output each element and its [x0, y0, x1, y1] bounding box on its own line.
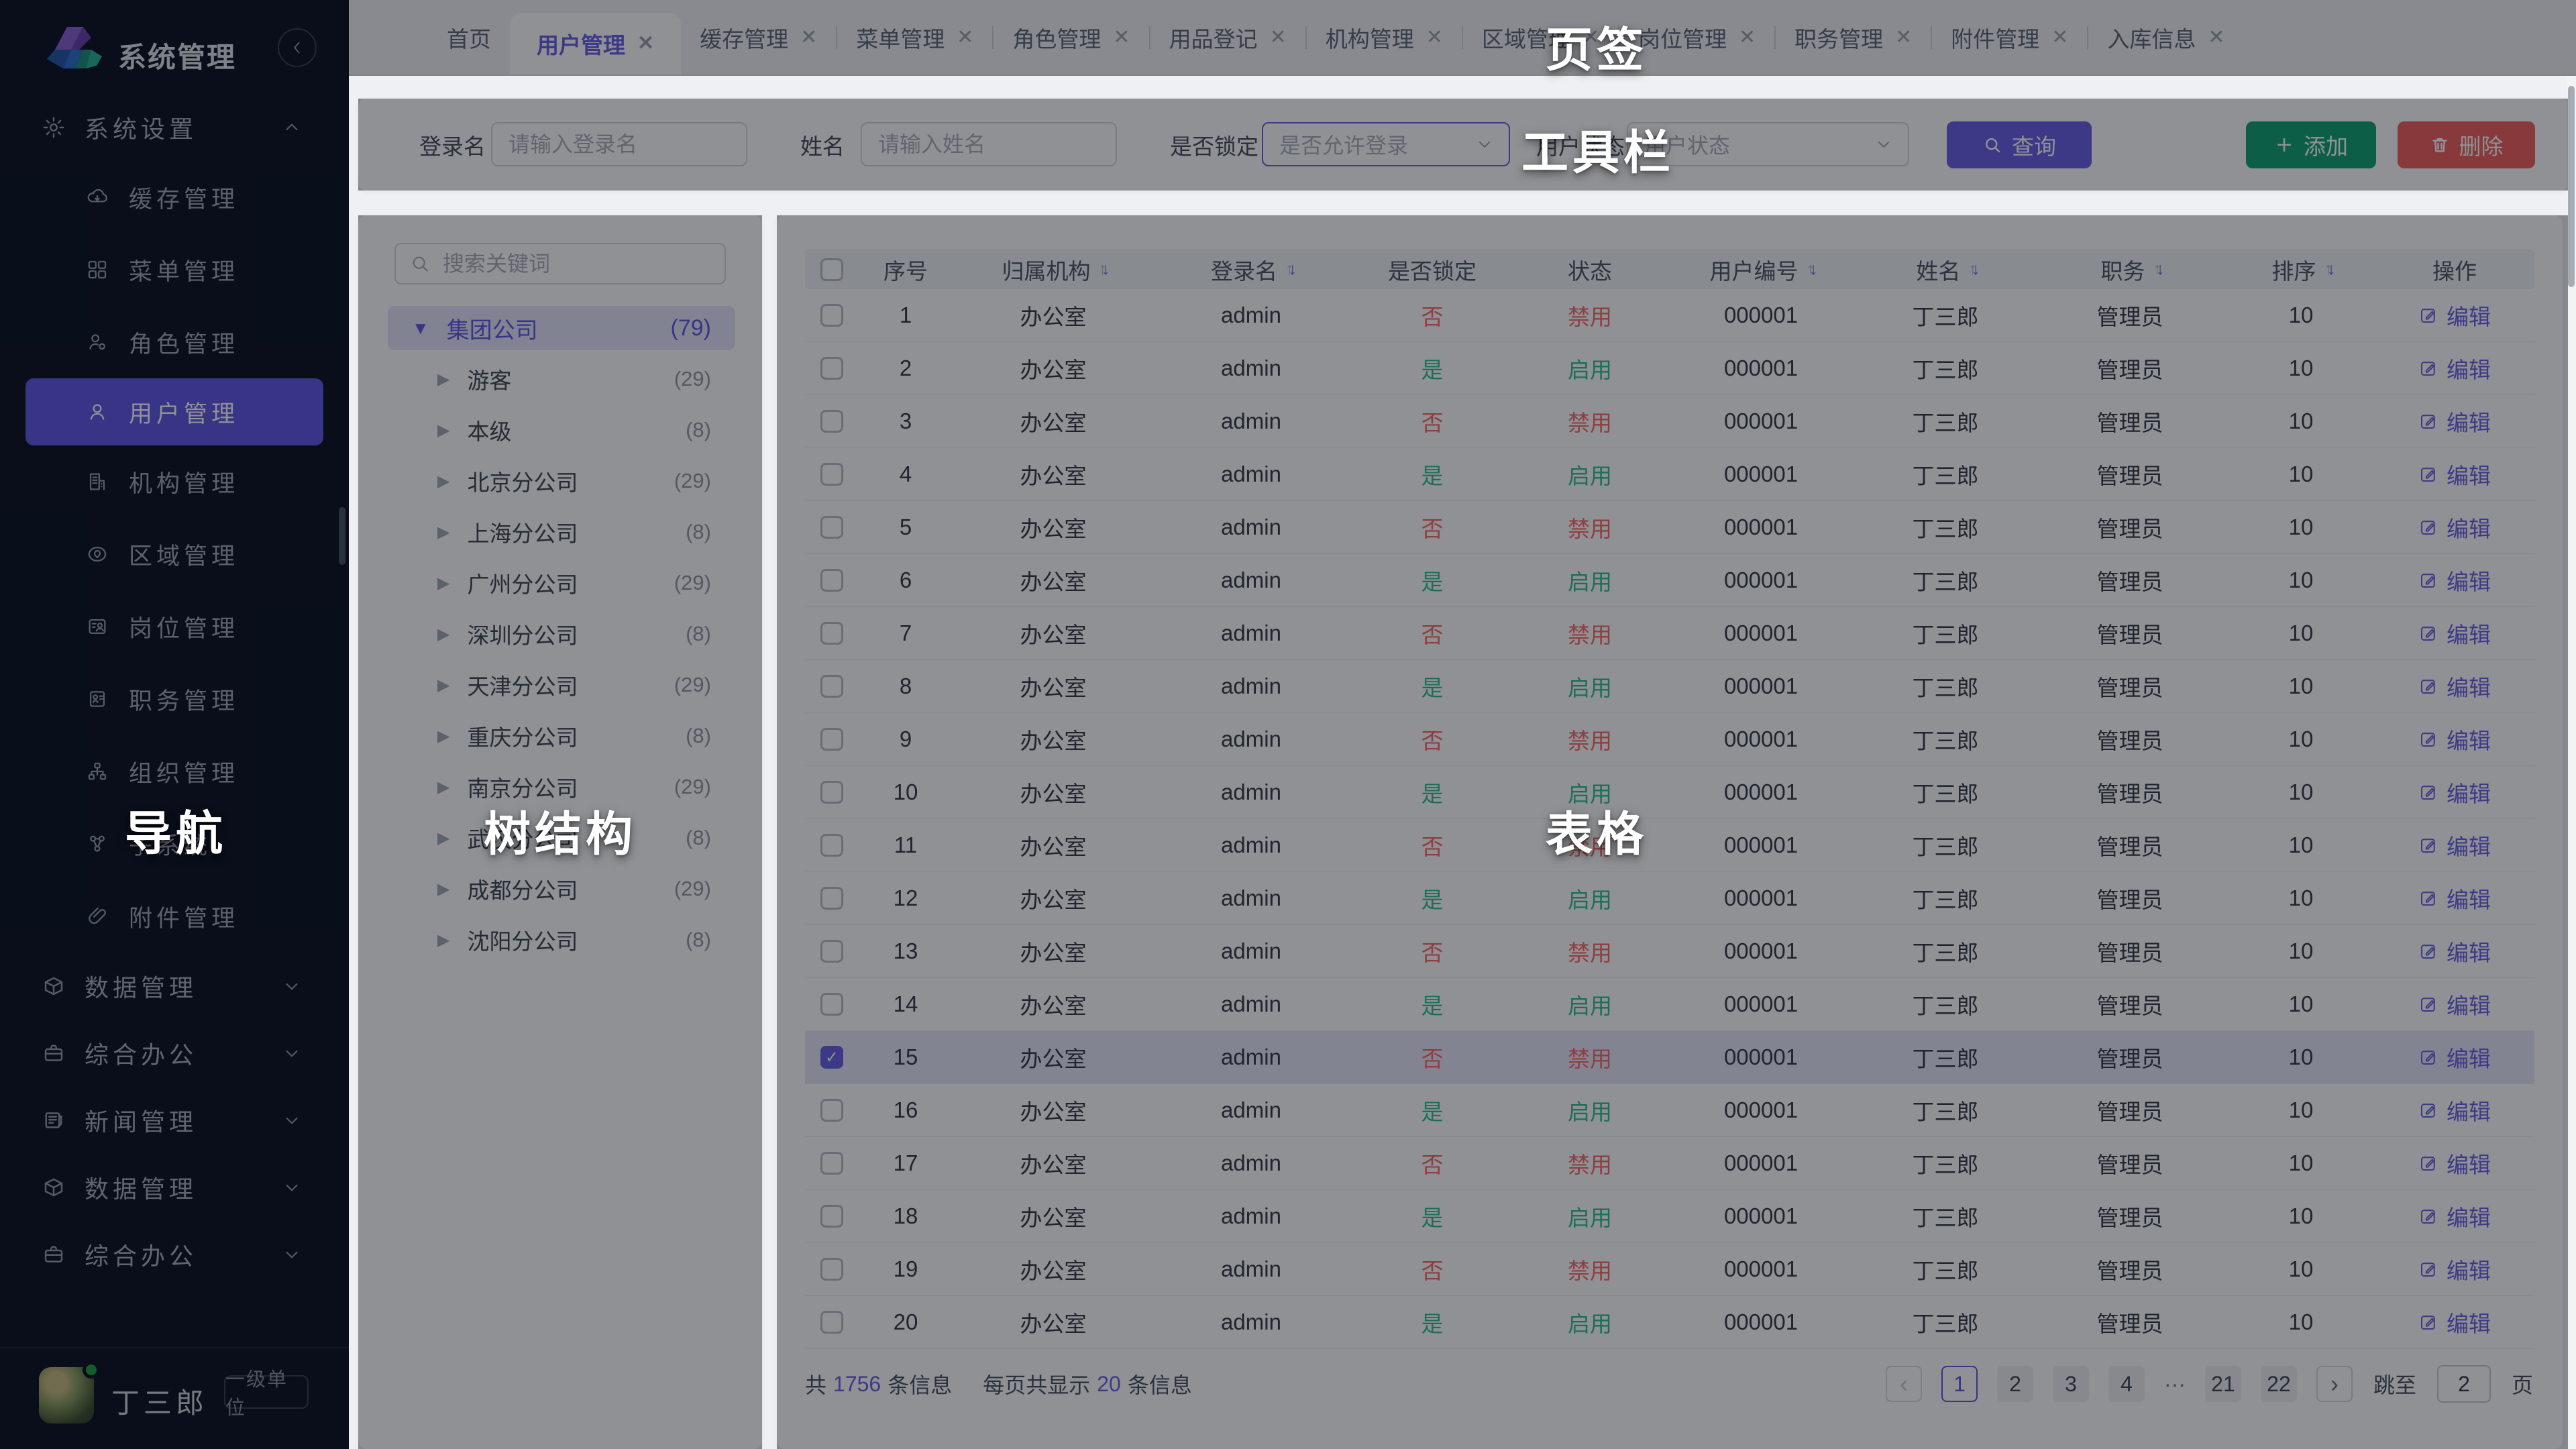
page-scrollbar-thumb[interactable] [2568, 86, 2575, 287]
tree-dim-overlay: 树结构 [358, 215, 762, 1449]
toolbar-dim-overlay: 工具栏 [358, 99, 2568, 191]
tabs-dim-overlay: 页签 [349, 0, 2576, 76]
tree-region-label: 树结构 [484, 797, 637, 865]
toolbar-region-label: 工具栏 [1521, 115, 1674, 183]
table-dim-overlay: 表格 [777, 215, 2568, 1449]
tabs-region-label: 页签 [1546, 13, 1648, 80]
app-window: 系统管理 系统设置缓存管理菜单管理角色管理用户管理机构管理区域管理岗位管理职务管… [0, 0, 2576, 1449]
nav-dim-overlay: 导航 [0, 0, 349, 1449]
page-scrollbar-track[interactable] [2567, 76, 2576, 1449]
table-region-label: 表格 [1546, 797, 1648, 865]
nav-region-label: 导航 [125, 796, 227, 864]
